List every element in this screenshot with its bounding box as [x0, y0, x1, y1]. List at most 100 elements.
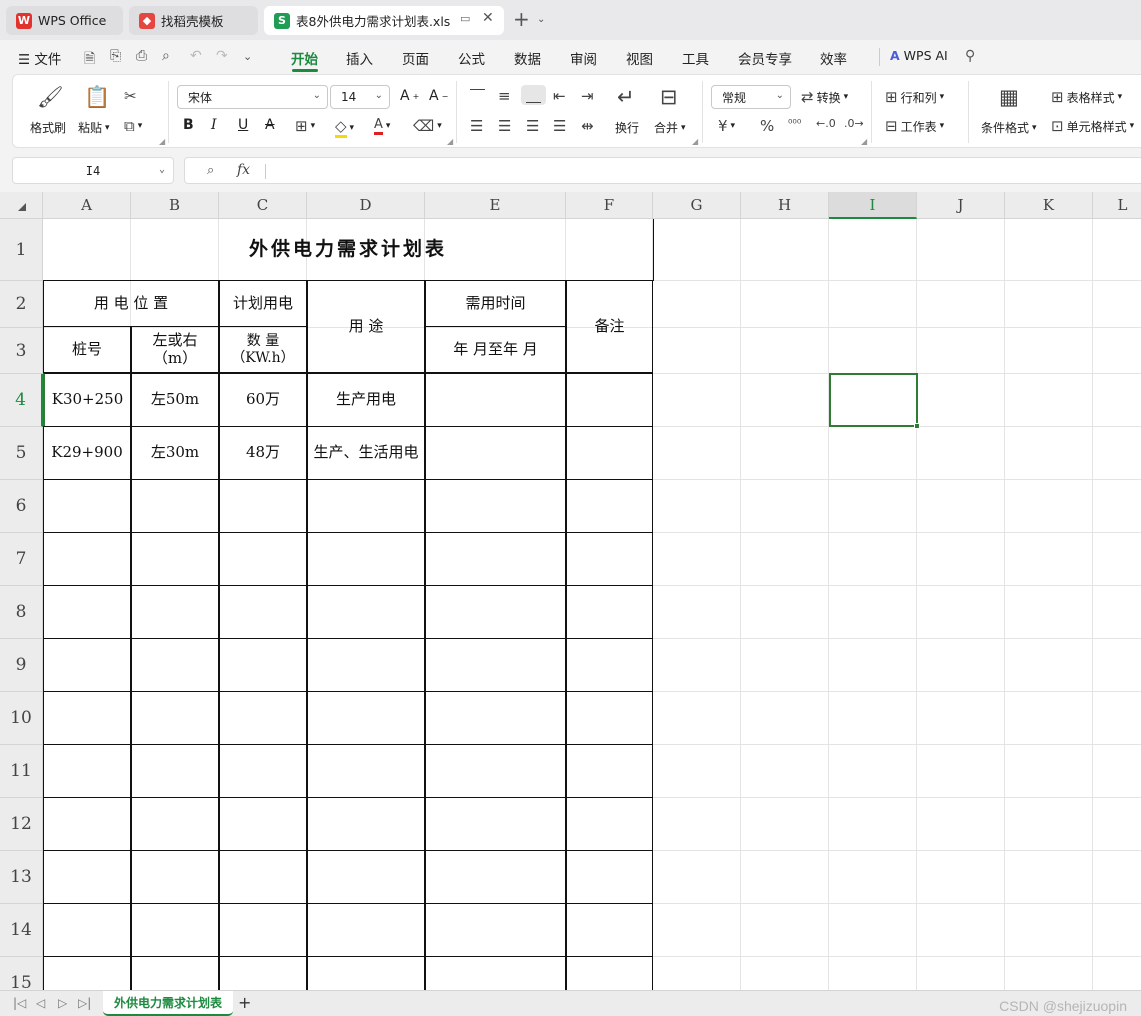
alignment-dialog-launcher-icon[interactable]: ◢ [692, 137, 698, 146]
add-sheet-icon[interactable]: + [238, 993, 251, 1012]
cell-d4[interactable]: 生产用电 [307, 373, 425, 427]
header-location[interactable]: 用 电 位 置 [43, 280, 219, 327]
column-header-f[interactable]: F [566, 192, 653, 219]
number-format-dropdown[interactable]: 常规 ⌄ [711, 85, 791, 109]
close-tab-icon[interactable]: ✕ [482, 10, 494, 26]
cell-b13[interactable] [131, 850, 219, 904]
cell-f10[interactable] [566, 691, 653, 745]
cell-c12[interactable] [219, 797, 307, 851]
paste-button[interactable]: 粘贴 ▾ [78, 119, 110, 136]
menu-tab-home[interactable]: 开始 [291, 48, 318, 68]
column-header-l[interactable]: L [1093, 192, 1141, 219]
cell-e15[interactable] [425, 956, 566, 990]
cell-c6[interactable] [219, 479, 307, 533]
zoom-search-icon[interactable]: ⌕ [207, 163, 214, 178]
cell-a8[interactable] [43, 585, 131, 639]
active-cell-selection[interactable] [829, 373, 918, 427]
header-stake[interactable]: 桩号 [43, 326, 131, 373]
tab-docer-templates[interactable]: ◆ 找稻壳模板 [129, 6, 258, 35]
cell-e14[interactable] [425, 903, 566, 957]
column-header-k[interactable]: K [1005, 192, 1093, 219]
undo-icon[interactable]: ↶ [190, 48, 202, 64]
cell-e6[interactable] [425, 479, 566, 533]
quick-access-more-icon[interactable]: ⌄ [243, 50, 252, 63]
cell-c10[interactable] [219, 691, 307, 745]
cell-c15[interactable] [219, 956, 307, 990]
header-time[interactable]: 需用时间 [425, 280, 566, 327]
cell-f15[interactable] [566, 956, 653, 990]
cell-a15[interactable] [43, 956, 131, 990]
cell-b11[interactable] [131, 744, 219, 798]
new-tab-icon[interactable]: + [513, 7, 530, 31]
align-middle-button[interactable]: ≡ [498, 87, 511, 105]
cell-a9[interactable] [43, 638, 131, 692]
decrease-indent-button[interactable]: ⇤ [553, 87, 566, 105]
file-menu[interactable]: ☰ 文件 [18, 48, 61, 68]
first-sheet-icon[interactable]: |◁ [13, 996, 26, 1010]
thousands-separator-button[interactable]: ⁰⁰⁰ [788, 117, 801, 130]
decrease-decimal-button[interactable]: .0→ [844, 117, 864, 130]
distributed-align-button[interactable]: ⇹ [581, 117, 594, 135]
decrease-font-size-button[interactable]: A − [429, 88, 448, 104]
cell-a11[interactable] [43, 744, 131, 798]
tab-spreadsheet-file[interactable]: S 表8外供电力需求计划表.xls ▭ ✕ [264, 6, 504, 35]
column-header-g[interactable]: G [653, 192, 741, 219]
copy-button[interactable]: ⧉ ▾ [124, 117, 142, 135]
cut-button[interactable]: ✂ [124, 87, 137, 105]
row-header-10[interactable]: 10 [0, 692, 43, 745]
print-preview-icon[interactable]: ⌕ [162, 48, 170, 64]
redo-icon[interactable]: ↷ [216, 48, 228, 64]
font-dialog-launcher-icon[interactable]: ◢ [447, 137, 453, 146]
cell-d9[interactable] [307, 638, 425, 692]
cell-d14[interactable] [307, 903, 425, 957]
header-planned-power[interactable]: 计划用电 [219, 280, 307, 327]
cell-f6[interactable] [566, 479, 653, 533]
cell-f13[interactable] [566, 850, 653, 904]
cell-b15[interactable] [131, 956, 219, 990]
cell-c7[interactable] [219, 532, 307, 586]
row-header-9[interactable]: 9 [0, 639, 43, 692]
column-header-b[interactable]: B [131, 192, 219, 219]
header-quantity[interactable]: 数 量 （KW.h） [219, 326, 307, 373]
header-side[interactable]: 左或右 （m） [131, 326, 219, 373]
column-header-d[interactable]: D [307, 192, 425, 219]
font-size-dropdown[interactable]: 14 ⌄ [330, 85, 390, 109]
cell-a10[interactable] [43, 691, 131, 745]
menu-tab-member[interactable]: 会员专享 [738, 48, 792, 68]
tab-list-chevron-icon[interactable]: ⌄ [537, 14, 545, 25]
sheet-tab-active[interactable]: 外供电力需求计划表 [103, 991, 233, 1016]
cell-d12[interactable] [307, 797, 425, 851]
font-name-dropdown[interactable]: 宋体 ⌄ [177, 85, 328, 109]
cell-style-button[interactable]: ⊡ 单元格样式 ▾ [1051, 117, 1134, 135]
cell-a13[interactable] [43, 850, 131, 904]
cell-c13[interactable] [219, 850, 307, 904]
cell-c4[interactable]: 60万 [219, 373, 307, 427]
font-color-button[interactable]: A ▾ [374, 117, 390, 135]
cell-d8[interactable] [307, 585, 425, 639]
menu-tab-view[interactable]: 视图 [626, 48, 653, 68]
cell-b9[interactable] [131, 638, 219, 692]
menu-tab-review[interactable]: 审阅 [570, 48, 597, 68]
conditional-format-button[interactable]: 条件格式 ▾ [981, 119, 1037, 136]
menu-tab-page[interactable]: 页面 [402, 48, 429, 68]
row-header-5[interactable]: 5 [0, 427, 43, 480]
column-header-e[interactable]: E [425, 192, 566, 219]
cell-b8[interactable] [131, 585, 219, 639]
export-icon[interactable]: ⎘ [110, 48, 121, 64]
table-style-button[interactable]: ⊞ 表格样式 ▾ [1051, 88, 1122, 106]
name-box[interactable]: I4 ⌄ [12, 157, 174, 184]
justify-button[interactable]: ☰ [553, 117, 566, 135]
cell-d11[interactable] [307, 744, 425, 798]
cell-b10[interactable] [131, 691, 219, 745]
worksheet-button[interactable]: ⊟ 工作表 ▾ [885, 117, 944, 135]
cell-f14[interactable] [566, 903, 653, 957]
increase-font-size-button[interactable]: A + [400, 88, 419, 104]
bold-button[interactable]: B [183, 117, 194, 133]
cell-b5[interactable]: 左30m [131, 426, 219, 480]
wps-ai-button[interactable]: A WPS AI [890, 48, 948, 63]
currency-format-button[interactable]: ¥ ▾ [718, 117, 735, 135]
cell-f11[interactable] [566, 744, 653, 798]
spreadsheet-grid[interactable]: ABCDEFGHIJKL 1 2 3 4 5 6 7 8 9 10 11 12 13 14 15 外供电力需… [0, 192, 1141, 990]
convert-button[interactable]: ⇄ 转换 ▾ [801, 88, 848, 106]
cell-a7[interactable] [43, 532, 131, 586]
